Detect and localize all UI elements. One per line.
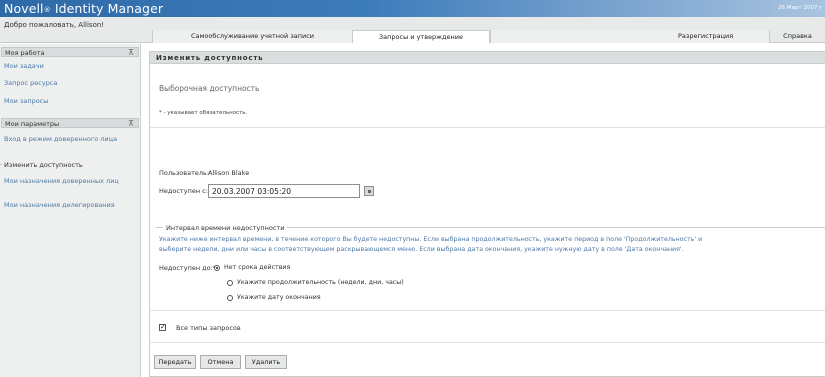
user-value: Allison Blake <box>208 169 250 177</box>
tab-requests-approvals[interactable]: Запросы и утверждение <box>352 30 490 43</box>
radio-no-expiration-label[interactable]: Нет срока действия <box>224 264 290 271</box>
page-title: Изменить доступность <box>150 52 825 64</box>
all-request-types-checkbox[interactable]: ✓ <box>159 324 166 331</box>
sidebar-section-my-work[interactable]: Моя работа ⊼ <box>1 47 139 57</box>
registered-mark: ® <box>43 6 51 14</box>
header-date: 26 Март 2007 г <box>778 5 822 11</box>
app-header: Novell® Identity Manager 26 Март 2007 г <box>0 0 825 17</box>
help-link[interactable]: Справка <box>769 30 825 43</box>
logout-link[interactable]: Разрегистрация <box>678 30 733 43</box>
sidebar: Моя работа ⊼ Мои задачи Запрос ресурса М… <box>0 44 141 377</box>
sidebar-item-my-tasks[interactable]: Мои задачи <box>4 62 136 70</box>
sidebar-item-edit-availability[interactable]: · Изменить доступность <box>0 161 132 169</box>
sidebar-item-request-resource[interactable]: Запрос ресурса <box>4 79 136 87</box>
submit-button[interactable]: Передать <box>154 355 196 369</box>
info-text-line-2: выберите недели, дни или часы в соответс… <box>159 246 684 253</box>
divider <box>150 342 825 343</box>
sidebar-item-delegate-assignments[interactable]: Мои назначения делегирования <box>4 201 136 209</box>
sidebar-item-proxy-mode[interactable]: Вход в режим доверенного лица <box>4 135 136 143</box>
app-title: Novell® Identity Manager <box>4 1 164 16</box>
welcome-text: Добро пожаловать, Allison! <box>4 21 105 29</box>
divider <box>150 127 825 128</box>
divider <box>150 310 825 311</box>
fieldset-legend: Интервал времени недоступности <box>163 224 288 232</box>
radio-duration[interactable] <box>227 280 233 286</box>
all-request-types-label[interactable]: Все типы запросов <box>176 324 241 332</box>
cancel-button[interactable]: Отмена <box>200 355 241 369</box>
required-note: * - указывает обязательность. <box>159 110 248 116</box>
sidebar-item-my-requests[interactable]: Мои запросы <box>4 97 136 105</box>
unavailable-to-label: Недоступен до:* <box>159 264 217 272</box>
main-panel: Изменить доступность Выборочная доступно… <box>149 51 825 377</box>
user-label: Пользователь: <box>159 169 210 177</box>
sidebar-section-my-settings[interactable]: Мои параметры ⊼ <box>1 118 139 128</box>
unavailable-from-input[interactable] <box>208 184 360 198</box>
radio-duration-label[interactable]: Укажите продолжительность (недели, дни, … <box>237 279 404 286</box>
calendar-icon[interactable] <box>364 186 374 196</box>
tab-account-self-service[interactable]: Самообслуживание учетной записи <box>152 30 352 43</box>
collapse-icon[interactable]: ⊼ <box>128 119 134 129</box>
radio-no-expiration[interactable] <box>214 265 220 271</box>
radio-end-date-label[interactable]: Укажите дату окончания <box>237 294 321 301</box>
sidebar-item-proxy-assignments[interactable]: Мои назначения доверенных лиц <box>4 177 136 185</box>
top-nav: Добро пожаловать, Allison! Самообслужива… <box>0 17 825 43</box>
radio-end-date[interactable] <box>227 295 233 301</box>
delete-button[interactable]: Удалить <box>245 355 287 369</box>
info-text-line-1: Укажите ниже интервал времени, в течение… <box>159 236 703 243</box>
page-subtitle: Выборочная доступность <box>159 84 260 93</box>
collapse-icon[interactable]: ⊼ <box>128 48 134 58</box>
unavailable-from-label: Недоступен с:* <box>159 187 212 195</box>
